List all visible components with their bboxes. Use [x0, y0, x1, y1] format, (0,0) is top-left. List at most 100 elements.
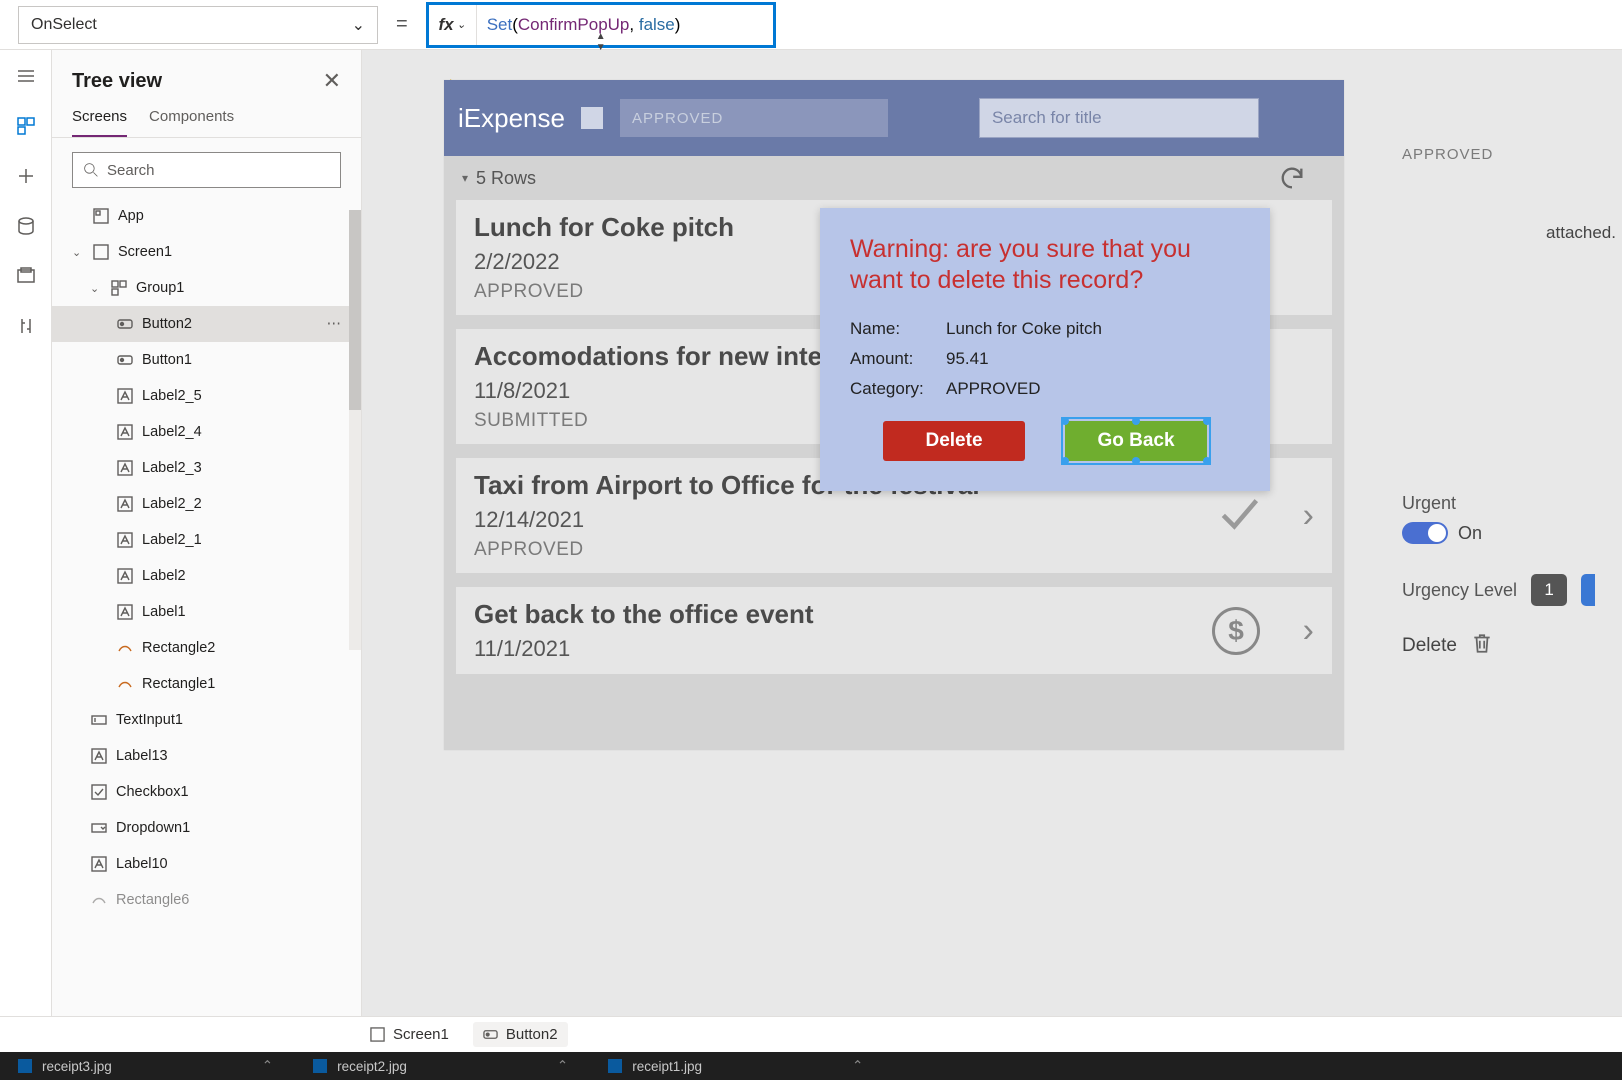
formula-text[interactable]: Set(ConfirmPopUp, false) — [477, 15, 691, 35]
taskbar-file[interactable]: receipt2.jpg⌃ — [313, 1058, 568, 1074]
chevron-right-icon[interactable]: › — [1303, 611, 1314, 650]
popup-name-label: Name: — [850, 319, 946, 339]
rows-count-label: 5 Rows — [476, 168, 536, 189]
tree-item-label1[interactable]: Label1 — [52, 594, 361, 630]
tree-item-rectangle6[interactable]: Rectangle6 — [52, 882, 361, 918]
tree-item-app[interactable]: App — [52, 198, 361, 234]
urgent-toggle[interactable] — [1402, 522, 1448, 544]
tree-item-label2-4[interactable]: Label2_4 — [52, 414, 361, 450]
tree-item-label13[interactable]: Label13 — [52, 738, 361, 774]
tree-item-rectangle2[interactable]: Rectangle2 — [52, 630, 361, 666]
popup-warning-text: Warning: are you sure that you want to d… — [850, 234, 1240, 297]
tree-scrollbar[interactable] — [349, 210, 361, 650]
tree-search-placeholder: Search — [107, 162, 155, 179]
tab-screens[interactable]: Screens — [72, 102, 127, 137]
popup-category-value: APPROVED — [946, 379, 1040, 399]
chevron-down-icon[interactable]: ▾ — [462, 171, 468, 185]
tree-list: App ⌄Screen1 ⌄Group1 Button2⋯ Button1 La… — [52, 198, 361, 1016]
selection-handle[interactable] — [1132, 457, 1140, 465]
media-icon[interactable] — [14, 264, 38, 288]
app-header: iExpense APPROVED Search for title — [444, 80, 1344, 156]
detail-approved-label: APPROVED — [1402, 146, 1622, 163]
refresh-icon[interactable] — [1278, 164, 1306, 192]
chevron-up-icon[interactable]: ⌃ — [262, 1058, 273, 1074]
chevron-up-icon[interactable]: ⌃ — [557, 1058, 568, 1074]
more-icon[interactable]: ⋯ — [327, 316, 344, 332]
property-dropdown-value: OnSelect — [31, 16, 97, 34]
file-icon — [18, 1059, 32, 1073]
selection-handle[interactable] — [1061, 457, 1069, 465]
tree-item-label2-5[interactable]: Label2_5 — [52, 378, 361, 414]
tree-item-screen1[interactable]: ⌄Screen1 — [52, 234, 361, 270]
urgency-level-label: Urgency Level — [1402, 580, 1517, 601]
file-icon — [608, 1059, 622, 1073]
popup-category-label: Category: — [850, 379, 946, 399]
filter-dropdown-button[interactable] — [903, 98, 933, 138]
confirm-popup: Warning: are you sure that you want to d… — [820, 208, 1270, 491]
tree-view-icon[interactable] — [14, 114, 38, 138]
urgency-badge-2[interactable] — [1581, 574, 1595, 606]
breadcrumb-bar: Screen1 Button2 — [0, 1016, 1622, 1052]
advanced-tools-icon[interactable] — [14, 314, 38, 338]
insert-icon[interactable] — [14, 164, 38, 188]
breadcrumb-screen1[interactable]: Screen1 — [370, 1026, 449, 1043]
tree-item-button1[interactable]: Button1 — [52, 342, 361, 378]
detail-attached-label: attached. — [1402, 223, 1622, 243]
data-icon[interactable] — [14, 214, 38, 238]
selection-handle[interactable] — [1132, 417, 1140, 425]
file-icon — [313, 1059, 327, 1073]
toggle-text: On — [1458, 523, 1482, 544]
header-checkbox[interactable] — [581, 107, 603, 129]
app-title: iExpense — [458, 103, 565, 134]
equals-label: = — [396, 13, 408, 36]
check-icon — [1216, 491, 1260, 540]
app-preview: iExpense APPROVED Search for title ▾ 5 R… — [444, 80, 1344, 750]
property-dropdown[interactable]: OnSelect ⌄ — [18, 6, 378, 44]
tree-item-label2-1[interactable]: Label2_1 — [52, 522, 361, 558]
go-back-button[interactable]: Go Back — [1065, 421, 1207, 461]
tree-item-label2-2[interactable]: Label2_2 — [52, 486, 361, 522]
tree-view-title: Tree view — [72, 70, 162, 93]
selection-handle[interactable] — [1203, 417, 1211, 425]
selection-handle[interactable] — [1203, 457, 1211, 465]
canvas: ⚠⌄ iExpense APPROVED Search for title ▾ … — [362, 50, 1622, 1016]
chevron-up-icon[interactable]: ⌃ — [852, 1058, 863, 1074]
search-title-input[interactable]: Search for title — [979, 98, 1259, 138]
tree-item-label2-3[interactable]: Label2_3 — [52, 450, 361, 486]
taskbar-file[interactable]: receipt1.jpg⌃ — [608, 1058, 863, 1074]
tree-item-group1[interactable]: ⌄Group1 — [52, 270, 361, 306]
selection-handle[interactable] — [1061, 417, 1069, 425]
tree-item-rectangle1[interactable]: Rectangle1 — [52, 666, 361, 702]
expense-card[interactable]: Get back to the office event 11/1/2021 $… — [456, 587, 1332, 674]
tree-view-panel: Tree view ✕ Screens Components Search Ap… — [52, 50, 362, 1016]
tree-search-input[interactable]: Search — [72, 152, 341, 188]
chevron-right-icon[interactable]: › — [1303, 496, 1314, 535]
filter-dropdown[interactable]: APPROVED — [619, 98, 889, 138]
delete-button[interactable]: Delete — [883, 421, 1025, 461]
tree-item-textinput1[interactable]: TextInput1 — [52, 702, 361, 738]
breadcrumb-button2[interactable]: Button2 — [473, 1022, 568, 1047]
close-icon[interactable]: ✕ — [323, 68, 341, 94]
tab-components[interactable]: Components — [149, 102, 234, 137]
tree-item-button2[interactable]: Button2⋯ — [52, 306, 361, 342]
formula-bar[interactable]: fx⌄ Set(ConfirmPopUp, false) ▲▼ — [426, 2, 776, 48]
urgent-label: Urgent — [1402, 493, 1622, 514]
hamburger-icon[interactable] — [14, 64, 38, 88]
tree-item-checkbox1[interactable]: Checkbox1 — [52, 774, 361, 810]
detail-panel: APPROVED attached. Urgent On Urgency Lev… — [1392, 146, 1622, 659]
fx-icon[interactable]: fx⌄ — [429, 5, 477, 45]
tree-item-label10[interactable]: Label10 — [52, 846, 361, 882]
trash-icon[interactable] — [1471, 632, 1493, 659]
dollar-icon: $ — [1212, 607, 1260, 655]
left-rail — [0, 50, 52, 1016]
taskbar-file[interactable]: receipt3.jpg⌃ — [18, 1058, 273, 1074]
popup-amount-value: 95.41 — [946, 349, 989, 369]
tree-item-label2[interactable]: Label2 — [52, 558, 361, 594]
urgency-badge[interactable]: 1 — [1531, 574, 1567, 606]
chevron-down-icon: ⌄ — [352, 15, 365, 35]
delete-label: Delete — [1402, 635, 1457, 657]
tree-item-dropdown1[interactable]: Dropdown1 — [52, 810, 361, 846]
os-taskbar: receipt3.jpg⌃ receipt2.jpg⌃ receipt1.jpg… — [0, 1052, 1622, 1080]
popup-amount-label: Amount: — [850, 349, 946, 369]
popup-name-value: Lunch for Coke pitch — [946, 319, 1102, 339]
